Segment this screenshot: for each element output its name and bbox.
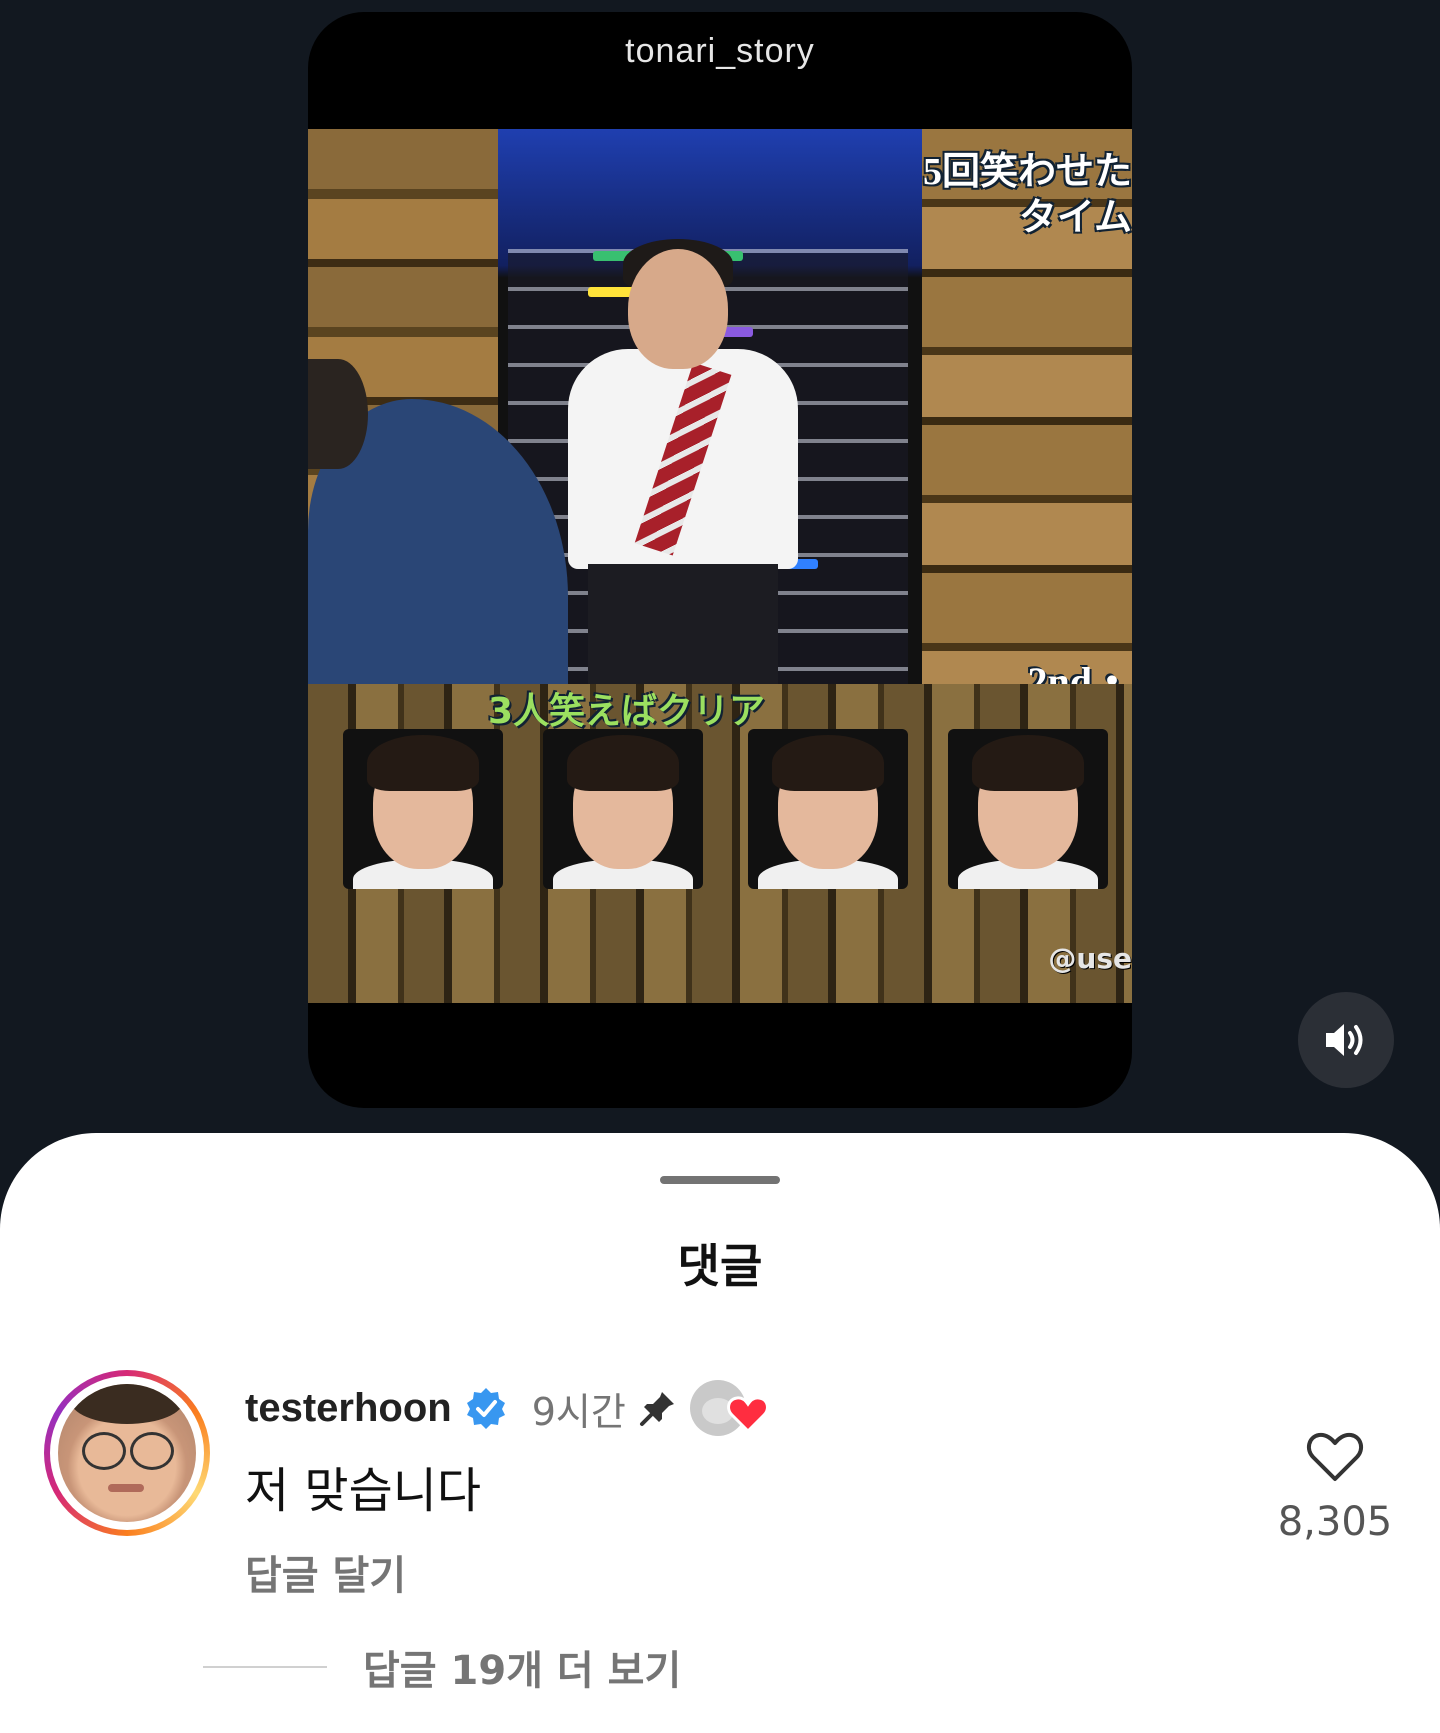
- video-frame[interactable]: 5回笑わせた タイム 2nd・ 3人笑えばクリア @use: [308, 129, 1132, 1003]
- view-more-replies[interactable]: 답글 19개 더 보기: [203, 1638, 681, 1696]
- pin-icon: [639, 1392, 674, 1426]
- video-watermark: @use: [1048, 942, 1132, 975]
- commenter-avatar[interactable]: [44, 1370, 210, 1536]
- comment-text: 저 맞습니다: [245, 1463, 482, 1519]
- comments-sheet: 댓글 testerhoon 9시간 저 맞습니다 답글 달기 8,305 답글 …: [0, 1133, 1440, 1733]
- creator-liked-indicator: [689, 1380, 769, 1436]
- speaker-on-icon: [1326, 1024, 1363, 1056]
- reel-video-card[interactable]: tonari_story 5回笑わせた タイム 2nd・ 3人笑えばクリア @u…: [308, 12, 1132, 1108]
- sheet-drag-handle[interactable]: [660, 1176, 780, 1184]
- sheet-title: 댓글: [677, 1239, 763, 1293]
- creator-liked-heart-icon: [726, 1396, 769, 1434]
- sound-toggle-button[interactable]: [1298, 992, 1394, 1088]
- audience-face: [343, 729, 503, 889]
- comment-time: 9시간: [531, 1389, 626, 1434]
- video-panel-caption: 3人笑えばクリア: [488, 691, 766, 732]
- video-caption-top: 5回笑わせた タイム: [922, 151, 1132, 239]
- comment-like[interactable]: 8,305: [1260, 1429, 1410, 1545]
- reply-button[interactable]: 답글 달기: [245, 1543, 406, 1601]
- verified-badge-icon: [466, 1388, 505, 1429]
- audience-face: [748, 729, 908, 889]
- audience-face: [543, 729, 703, 889]
- comment-header: testerhoon 9시간: [245, 1380, 769, 1436]
- reel-username[interactable]: tonari_story: [308, 32, 1132, 71]
- view-more-replies-label[interactable]: 답글 19개 더 보기: [363, 1638, 681, 1696]
- heart-outline-icon[interactable]: [1305, 1429, 1365, 1483]
- partner-head: [308, 359, 368, 469]
- comment-username[interactable]: testerhoon: [245, 1386, 452, 1431]
- audience-face: [948, 729, 1108, 889]
- like-count: 8,305: [1277, 1499, 1393, 1545]
- divider-line: [203, 1666, 327, 1668]
